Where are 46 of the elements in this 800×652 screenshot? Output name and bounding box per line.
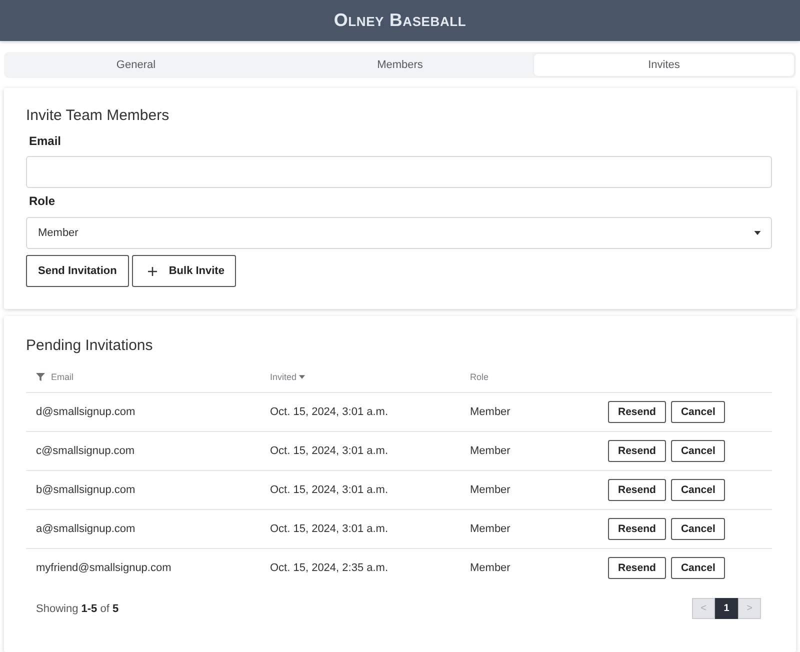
row-action-button[interactable]: Resend bbox=[608, 557, 666, 579]
results-summary: Showing 1-5 of 5 bbox=[36, 602, 119, 614]
form-button[interactable]: Send Invitation bbox=[26, 255, 129, 287]
row-action-button[interactable]: Resend bbox=[608, 479, 666, 501]
role-select[interactable]: Member bbox=[26, 217, 772, 249]
row-action-button[interactable]: Cancel bbox=[670, 518, 726, 540]
page-button[interactable]: 1 bbox=[715, 598, 738, 619]
sort-caret-icon[interactable] bbox=[298, 375, 305, 379]
role-cell: Member bbox=[470, 406, 510, 418]
row-action-button[interactable]: Resend bbox=[608, 440, 666, 462]
row-action-button[interactable]: Resend bbox=[608, 401, 666, 423]
row-action-button[interactable]: Resend bbox=[608, 518, 666, 540]
tab[interactable]: Invites bbox=[534, 54, 794, 76]
tab[interactable]: General bbox=[6, 54, 266, 76]
invited-date-cell: Oct. 15, 2024, 3:01 a.m. bbox=[270, 484, 388, 496]
team-title: Olney Baseball bbox=[334, 10, 466, 31]
email-cell: b@smallsignup.com bbox=[36, 484, 136, 496]
card-title: Pending Invitations bbox=[26, 336, 154, 356]
card-title: Invite Team Members bbox=[26, 106, 170, 126]
role-cell: Member bbox=[470, 484, 510, 496]
form-button[interactable]: Bulk Invite bbox=[132, 255, 236, 287]
email-cell: a@smallsignup.com bbox=[36, 523, 136, 535]
row-action-button[interactable]: Cancel bbox=[670, 479, 726, 501]
role-cell: Member bbox=[470, 445, 510, 457]
row-action-button[interactable]: Cancel bbox=[670, 401, 726, 423]
role-cell: Member bbox=[470, 562, 510, 574]
invited-date-cell: Oct. 15, 2024, 3:01 a.m. bbox=[270, 523, 388, 535]
invited-date-cell: Oct. 15, 2024, 2:35 a.m. bbox=[270, 562, 388, 574]
column-header[interactable]: Invited bbox=[270, 372, 297, 382]
tab[interactable]: Members bbox=[270, 54, 530, 76]
email-cell: c@smallsignup.com bbox=[36, 445, 135, 457]
email-input[interactable] bbox=[26, 156, 772, 188]
column-header[interactable]: Email bbox=[51, 372, 74, 382]
role-cell: Member bbox=[470, 523, 510, 535]
caret-icon bbox=[754, 231, 761, 235]
email-cell: d@smallsignup.com bbox=[36, 406, 136, 418]
row-action-button[interactable]: Cancel bbox=[670, 557, 726, 579]
row-action-button[interactable]: Cancel bbox=[670, 440, 726, 462]
email-label: Email bbox=[29, 133, 62, 149]
column-header[interactable]: Role bbox=[470, 372, 489, 382]
filter-icon[interactable] bbox=[36, 373, 45, 381]
invited-date-cell: Oct. 15, 2024, 3:01 a.m. bbox=[270, 445, 388, 457]
plus-icon bbox=[148, 266, 157, 276]
role-label: Role bbox=[29, 193, 56, 209]
email-cell: myfriend@smallsignup.com bbox=[36, 562, 172, 574]
invited-date-cell: Oct. 15, 2024, 3:01 a.m. bbox=[270, 406, 388, 418]
